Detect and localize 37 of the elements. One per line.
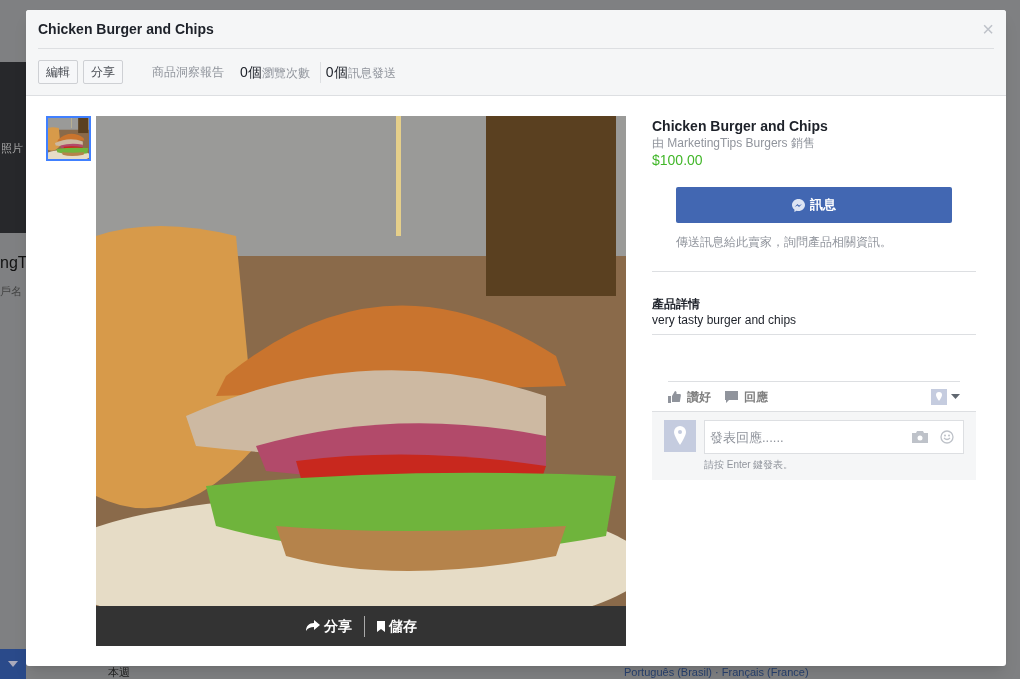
stat-count: 0個 — [325, 62, 348, 82]
comment-hint: 請按 Enter 鍵發表。 — [704, 458, 795, 472]
page-name-fragment: ngT — [0, 253, 26, 273]
chat-bubble-icon — [792, 198, 805, 212]
photo-thumbnail[interactable] — [46, 116, 91, 161]
insights-label: 商品洞察報告 — [152, 64, 224, 81]
product-price: $100.00 — [652, 151, 704, 169]
stat-label: 瀏覽次數 — [261, 64, 310, 82]
avatar-pin-icon — [664, 420, 696, 452]
details-heading: 產品詳情 — [652, 296, 701, 312]
speech-bubble-icon — [725, 390, 738, 403]
seller-text: 由 MarketingTips Burgers 銷售 — [652, 135, 816, 151]
comment-button[interactable]: 回應 — [725, 387, 768, 406]
caret-icon — [951, 394, 960, 399]
bookmark-icon — [376, 620, 385, 632]
dropdown-button[interactable] — [0, 649, 26, 679]
like-button[interactable]: 讚好 — [668, 387, 711, 406]
map-pin-icon — [931, 388, 947, 405]
thumbs-up-icon — [668, 390, 681, 403]
share-button[interactable]: 分享 — [301, 615, 356, 637]
arrow-icon — [305, 620, 320, 632]
message-hint: 傳送訊息給此賣家，詢問產品相關資訊。 — [676, 234, 893, 251]
profile-selector[interactable] — [931, 388, 960, 405]
save-button[interactable]: 儲存 — [372, 615, 421, 637]
burger-photo-drawing — [48, 118, 89, 159]
dialog-title: Chicken Burger and Chips — [38, 19, 215, 39]
photo-label: 照片 — [0, 141, 23, 156]
details-text: very tasty burger and chips — [652, 312, 798, 328]
message-button[interactable]: 訊息 — [676, 187, 952, 223]
product-name: Chicken Burger and Chips — [652, 117, 829, 135]
toolbar-button[interactable]: 編輯 — [38, 60, 78, 84]
stat-label: 訊息發送 — [347, 64, 396, 82]
caret-icon — [8, 661, 18, 667]
toolbar-button[interactable]: 分享 — [83, 60, 123, 84]
week-label: 本週 — [107, 667, 131, 679]
stat-count: 0個 — [240, 62, 262, 82]
page-subtitle-fragment: 戶名 — [0, 284, 23, 299]
